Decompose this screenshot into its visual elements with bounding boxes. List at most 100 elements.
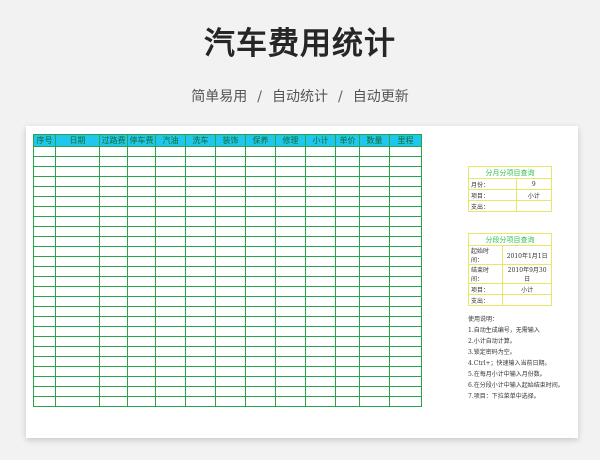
- table-cell[interactable]: [305, 356, 336, 367]
- table-cell[interactable]: [335, 386, 360, 397]
- table-cell[interactable]: [275, 216, 306, 227]
- table-cell[interactable]: [335, 236, 360, 247]
- table-cell[interactable]: [305, 176, 336, 187]
- table-cell[interactable]: [359, 346, 390, 357]
- table-cell[interactable]: [245, 226, 276, 237]
- table-cell[interactable]: [155, 256, 186, 267]
- table-cell[interactable]: [245, 366, 276, 377]
- table-cell[interactable]: [55, 376, 100, 387]
- table-cell[interactable]: [155, 346, 186, 357]
- table-cell[interactable]: [305, 346, 336, 357]
- table-cell[interactable]: [275, 166, 306, 177]
- table-cell[interactable]: [335, 196, 360, 207]
- col-header-maintenance[interactable]: 保养: [245, 134, 276, 147]
- table-cell[interactable]: [359, 256, 390, 267]
- table-cell[interactable]: [305, 236, 336, 247]
- table-cell[interactable]: [215, 146, 246, 157]
- col-header-carwash[interactable]: 洗车: [185, 134, 216, 147]
- table-cell[interactable]: [215, 246, 246, 257]
- table-cell[interactable]: [185, 276, 216, 287]
- table-cell[interactable]: [127, 346, 156, 357]
- table-cell[interactable]: [245, 346, 276, 357]
- table-cell[interactable]: [389, 266, 422, 277]
- table-cell[interactable]: [275, 346, 306, 357]
- table-cell[interactable]: [245, 396, 276, 407]
- table-cell[interactable]: [359, 316, 390, 327]
- table-cell[interactable]: [245, 286, 276, 297]
- table-cell[interactable]: [155, 396, 186, 407]
- table-cell[interactable]: [305, 326, 336, 337]
- table-cell[interactable]: [275, 256, 306, 267]
- table-cell[interactable]: [33, 376, 56, 387]
- table-cell[interactable]: [245, 356, 276, 367]
- table-cell[interactable]: [359, 376, 390, 387]
- table-cell[interactable]: [215, 366, 246, 377]
- table-cell[interactable]: [359, 236, 390, 247]
- table-cell[interactable]: [389, 386, 422, 397]
- month-input[interactable]: 9: [515, 178, 553, 190]
- table-cell[interactable]: [245, 386, 276, 397]
- table-cell[interactable]: [245, 206, 276, 217]
- table-cell[interactable]: [215, 356, 246, 367]
- table-cell[interactable]: [33, 216, 56, 227]
- table-cell[interactable]: [359, 296, 390, 307]
- table-cell[interactable]: [245, 246, 276, 257]
- table-cell[interactable]: [33, 156, 56, 167]
- table-cell[interactable]: [389, 356, 422, 367]
- table-cell[interactable]: [127, 246, 156, 257]
- col-header-index[interactable]: 序号: [33, 134, 56, 147]
- col-header-date[interactable]: 日期: [55, 134, 100, 147]
- table-cell[interactable]: [389, 306, 422, 317]
- table-cell[interactable]: [215, 216, 246, 227]
- table-cell[interactable]: [185, 366, 216, 377]
- table-cell[interactable]: [55, 306, 100, 317]
- table-cell[interactable]: [185, 386, 216, 397]
- table-cell[interactable]: [245, 166, 276, 177]
- table-cell[interactable]: [245, 336, 276, 347]
- table-cell[interactable]: [359, 216, 390, 227]
- table-cell[interactable]: [185, 336, 216, 347]
- table-cell[interactable]: [389, 196, 422, 207]
- table-cell[interactable]: [99, 156, 128, 167]
- table-cell[interactable]: [305, 336, 336, 347]
- table-cell[interactable]: [359, 326, 390, 337]
- table-cell[interactable]: [99, 146, 128, 157]
- table-cell[interactable]: [275, 156, 306, 167]
- table-cell[interactable]: [305, 366, 336, 377]
- table-cell[interactable]: [389, 256, 422, 267]
- table-cell[interactable]: [99, 356, 128, 367]
- table-cell[interactable]: [55, 326, 100, 337]
- table-cell[interactable]: [155, 206, 186, 217]
- table-cell[interactable]: [55, 286, 100, 297]
- table-cell[interactable]: [155, 326, 186, 337]
- table-cell[interactable]: [389, 166, 422, 177]
- table-cell[interactable]: [185, 296, 216, 307]
- table-cell[interactable]: [215, 386, 246, 397]
- table-cell[interactable]: [215, 336, 246, 347]
- table-cell[interactable]: [55, 246, 100, 257]
- table-cell[interactable]: [215, 316, 246, 327]
- table-cell[interactable]: [275, 306, 306, 317]
- table-cell[interactable]: [99, 166, 128, 177]
- table-cell[interactable]: [99, 256, 128, 267]
- table-cell[interactable]: [335, 186, 360, 197]
- table-cell[interactable]: [215, 376, 246, 387]
- table-cell[interactable]: [389, 176, 422, 187]
- table-cell[interactable]: [55, 236, 100, 247]
- table-cell[interactable]: [155, 146, 186, 157]
- table-cell[interactable]: [155, 286, 186, 297]
- table-cell[interactable]: [305, 386, 336, 397]
- table-cell[interactable]: [127, 316, 156, 327]
- table-cell[interactable]: [359, 176, 390, 187]
- table-cell[interactable]: [359, 386, 390, 397]
- col-header-unit-price[interactable]: 单价: [335, 134, 360, 147]
- table-cell[interactable]: [245, 236, 276, 247]
- table-cell[interactable]: [335, 346, 360, 357]
- col-header-subtotal[interactable]: 小计: [305, 134, 336, 147]
- table-cell[interactable]: [33, 206, 56, 217]
- table-cell[interactable]: [335, 256, 360, 267]
- table-cell[interactable]: [33, 166, 56, 177]
- table-cell[interactable]: [185, 226, 216, 237]
- table-cell[interactable]: [185, 166, 216, 177]
- table-cell[interactable]: [33, 276, 56, 287]
